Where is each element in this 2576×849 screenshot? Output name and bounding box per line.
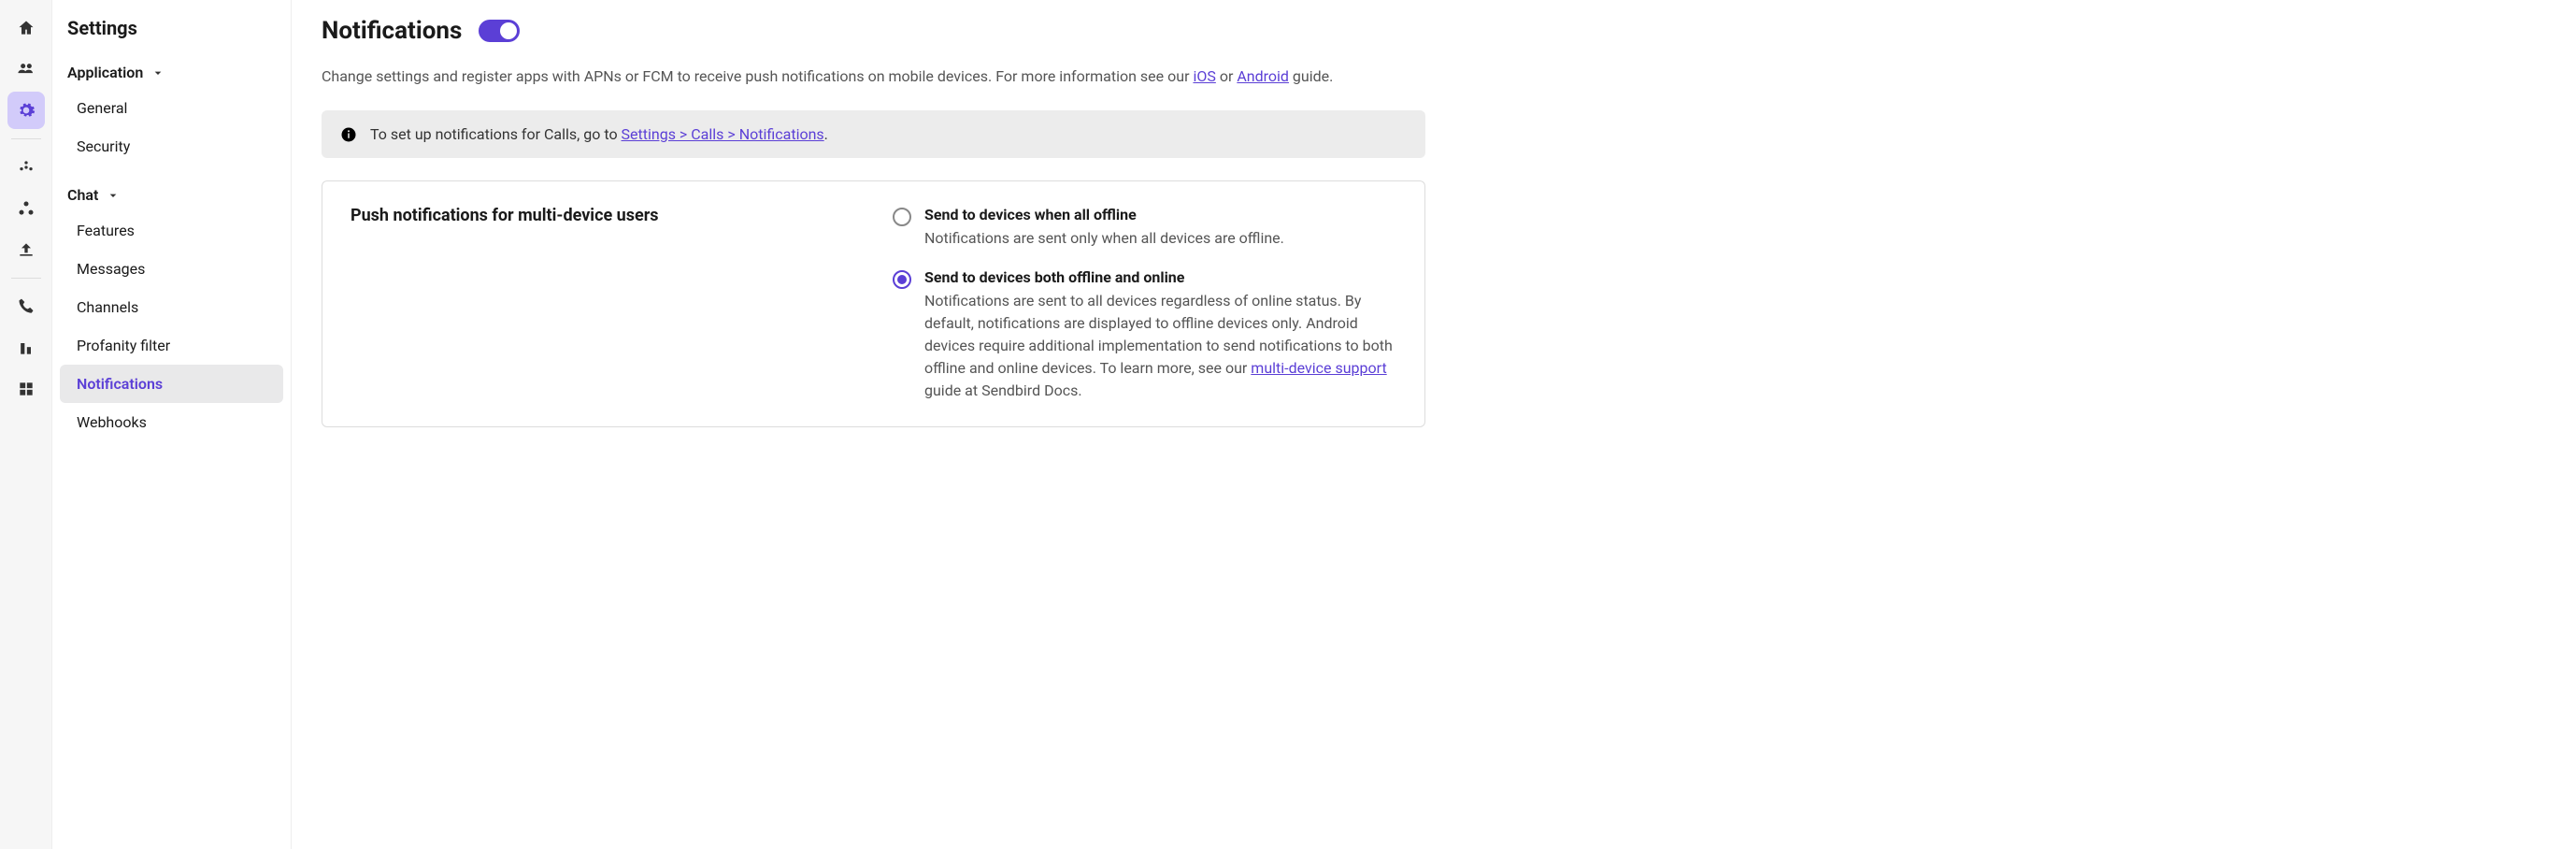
info-icon xyxy=(340,126,357,143)
options-group: Send to devices when all offline Notific… xyxy=(893,206,1396,402)
multi-device-support-link[interactable]: multi-device support xyxy=(1251,359,1386,377)
icon-rail xyxy=(0,0,52,849)
sidebar-item-messages[interactable]: Messages xyxy=(60,250,283,288)
banner-text: To set up notifications for Calls, go to… xyxy=(370,125,828,143)
grid-icon xyxy=(17,380,36,398)
desc-post: guide at Sendbird Docs. xyxy=(924,381,1082,399)
option-desc: Notifications are sent to all devices re… xyxy=(924,290,1396,402)
dots-icon xyxy=(17,158,36,177)
intro-mid: or xyxy=(1216,67,1237,85)
sidebar-item-security[interactable]: Security xyxy=(60,127,283,165)
rail-phone[interactable] xyxy=(7,288,45,325)
ios-link[interactable]: iOS xyxy=(1193,67,1215,85)
android-link[interactable]: Android xyxy=(1237,67,1289,85)
sidebar-item-profanity[interactable]: Profanity filter xyxy=(60,326,283,365)
toggle-knob xyxy=(500,22,517,39)
multi-device-card: Push notifications for multi-device user… xyxy=(322,180,1425,427)
rail-dots[interactable] xyxy=(7,149,45,186)
sidebar-item-features[interactable]: Features xyxy=(60,211,283,250)
settings-sidebar: Settings Application General Security Ch… xyxy=(52,0,292,849)
calls-settings-link[interactable]: Settings > Calls > Notifications xyxy=(622,125,824,143)
banner-post: . xyxy=(824,125,828,143)
page-header: Notifications xyxy=(322,17,1425,45)
section-application[interactable]: Application xyxy=(60,56,283,89)
sidebar-item-general[interactable]: General xyxy=(60,89,283,127)
sidebar-title: Settings xyxy=(60,13,283,56)
option-label: Send to devices both offline and online xyxy=(924,268,1396,286)
section-label: Application xyxy=(67,64,143,81)
notifications-toggle[interactable] xyxy=(479,20,520,42)
home-icon xyxy=(17,19,36,37)
option-body: Send to devices both offline and online … xyxy=(924,268,1396,402)
phone-icon xyxy=(17,297,36,316)
users-icon xyxy=(17,60,36,79)
calls-info-banner: To set up notifications for Calls, go to… xyxy=(322,110,1425,158)
main-content: Notifications Change settings and regist… xyxy=(292,0,1455,849)
section-chat[interactable]: Chat xyxy=(60,179,283,211)
intro-post: guide. xyxy=(1289,67,1333,85)
option-offline-online[interactable]: Send to devices both offline and online … xyxy=(893,268,1396,402)
rail-divider xyxy=(11,278,41,279)
radio-offline-online[interactable] xyxy=(893,270,911,289)
section-label: Chat xyxy=(67,186,98,204)
intro-text: Change settings and register apps with A… xyxy=(322,65,1425,88)
option-all-offline[interactable]: Send to devices when all offline Notific… xyxy=(893,206,1396,250)
bars-icon xyxy=(17,338,36,357)
gear-icon xyxy=(17,101,36,120)
option-label: Send to devices when all offline xyxy=(924,206,1396,223)
option-body: Send to devices when all offline Notific… xyxy=(924,206,1396,250)
rail-settings[interactable] xyxy=(7,92,45,129)
rail-divider xyxy=(11,138,41,139)
chevron-down-icon xyxy=(150,65,165,80)
rail-grid[interactable] xyxy=(7,370,45,408)
nodes-icon xyxy=(17,199,36,218)
banner-pre: To set up notifications for Calls, go to xyxy=(370,125,622,143)
option-desc: Notifications are sent only when all dev… xyxy=(924,227,1396,250)
page-title: Notifications xyxy=(322,17,462,45)
intro-pre: Change settings and register apps with A… xyxy=(322,67,1193,85)
rail-home[interactable] xyxy=(7,9,45,47)
rail-upload[interactable] xyxy=(7,231,45,268)
radio-all-offline[interactable] xyxy=(893,208,911,226)
card-title: Push notifications for multi-device user… xyxy=(351,206,855,402)
rail-users[interactable] xyxy=(7,50,45,88)
sidebar-item-notifications[interactable]: Notifications xyxy=(60,365,283,403)
chevron-down-icon xyxy=(106,188,121,203)
sidebar-item-channels[interactable]: Channels xyxy=(60,288,283,326)
sidebar-item-webhooks[interactable]: Webhooks xyxy=(60,403,283,441)
rail-bars[interactable] xyxy=(7,329,45,367)
upload-icon xyxy=(17,240,36,259)
rail-nodes[interactable] xyxy=(7,190,45,227)
